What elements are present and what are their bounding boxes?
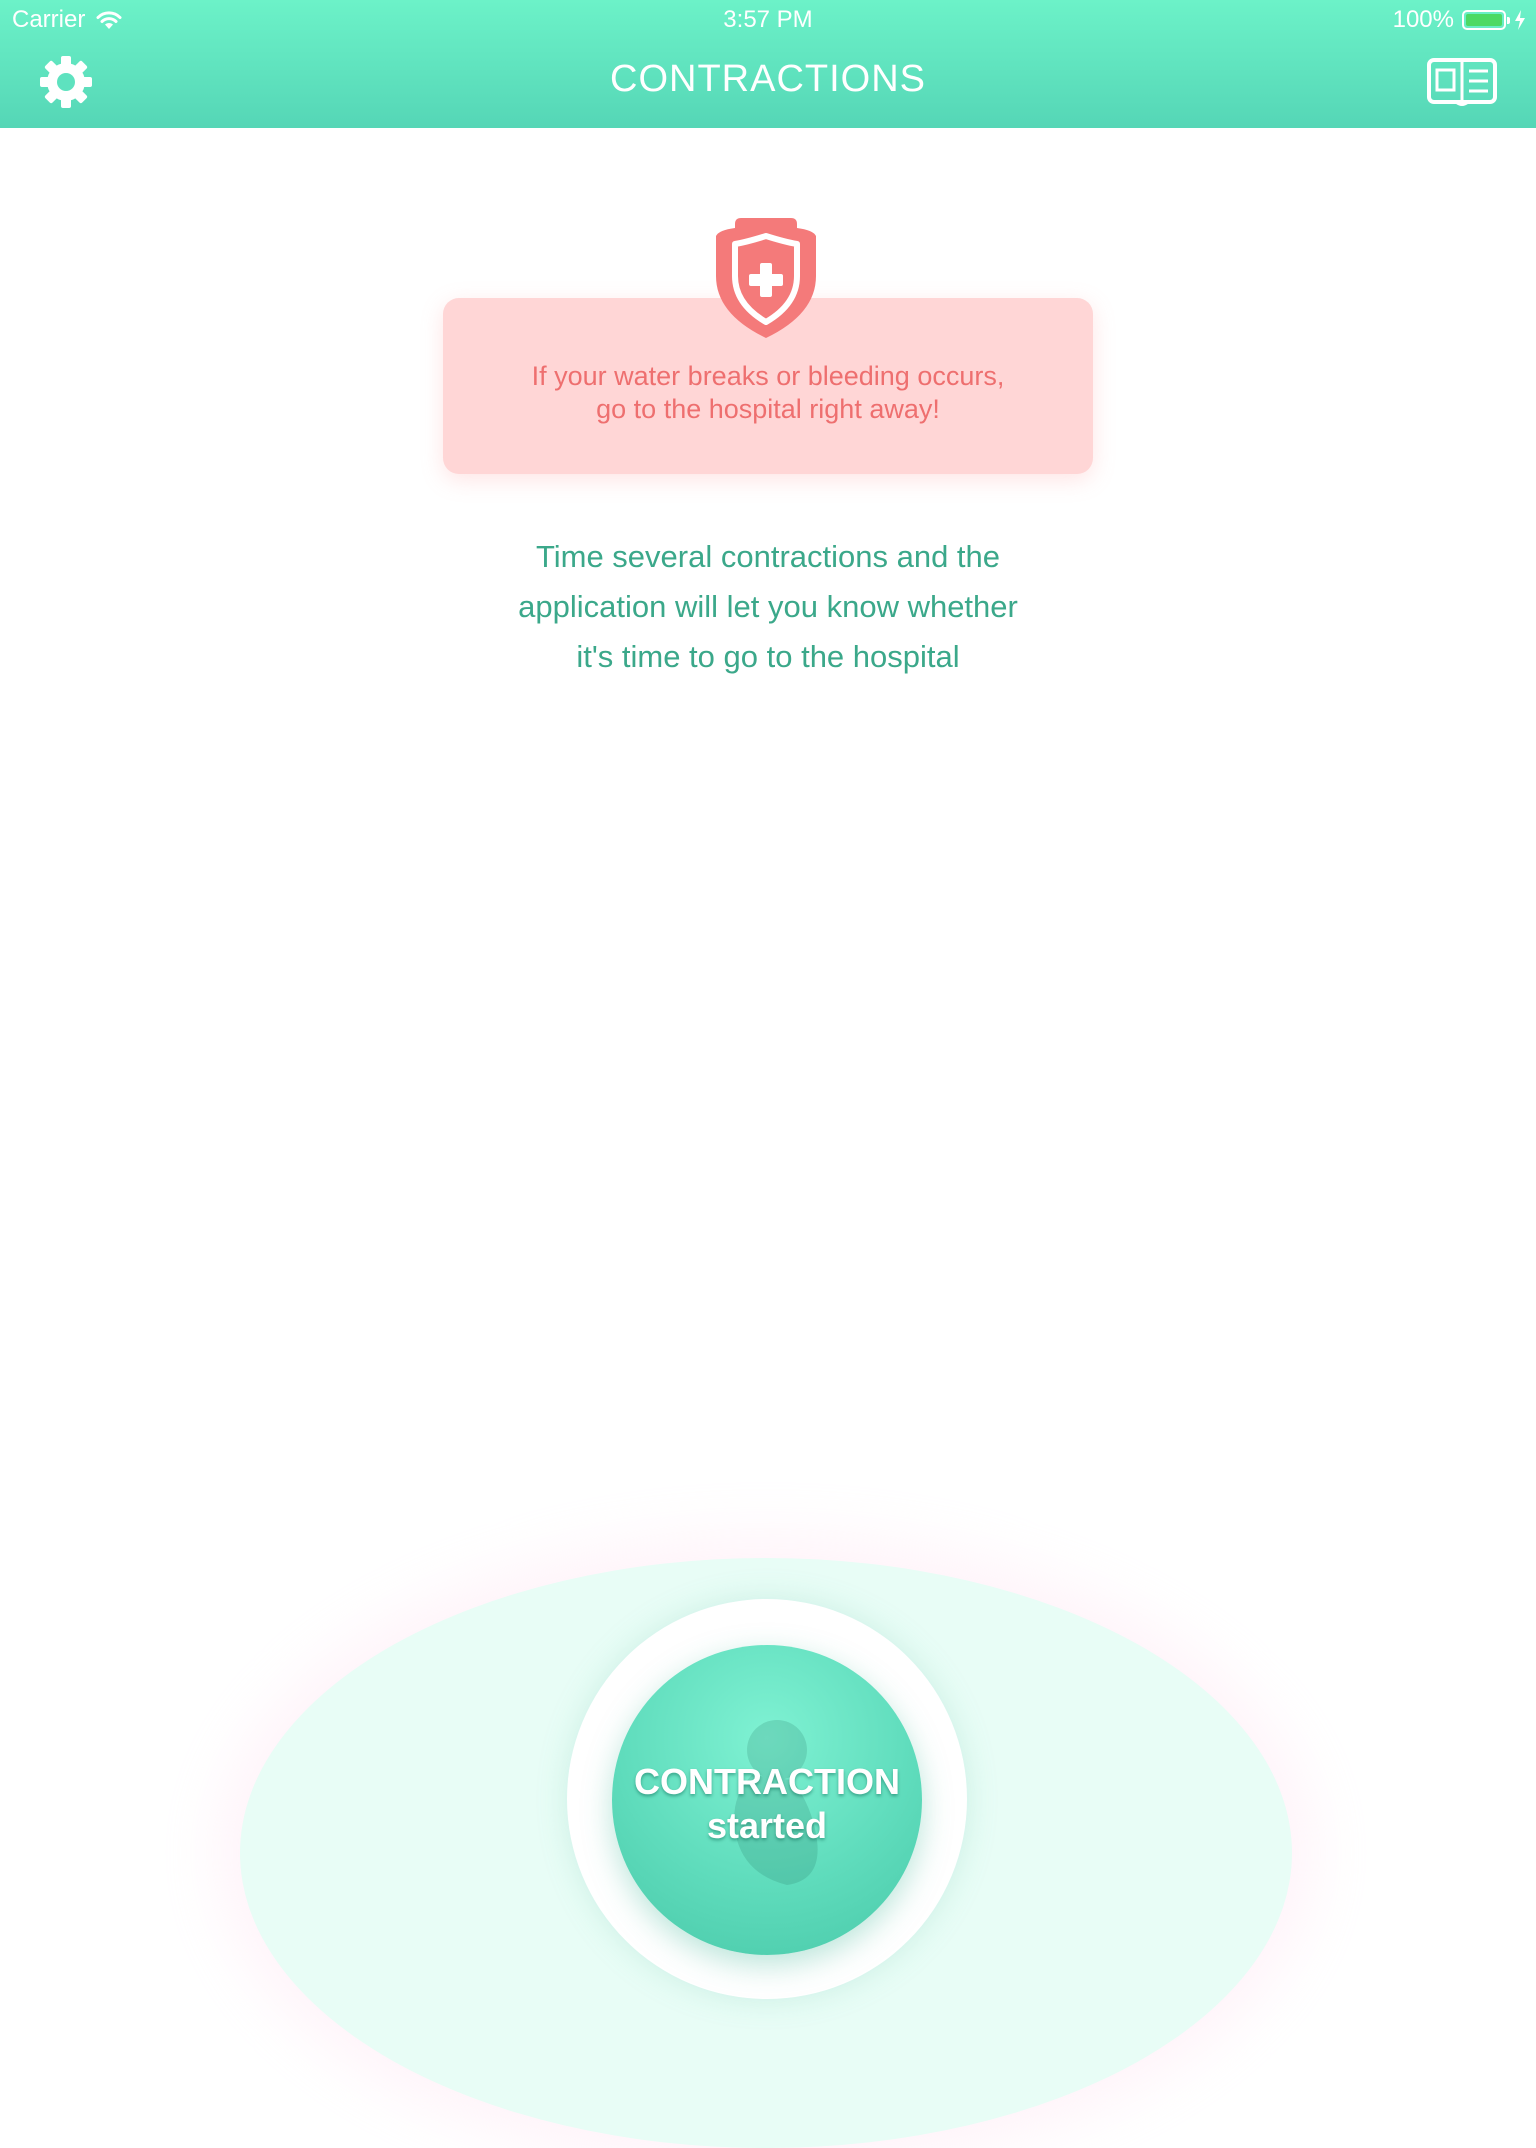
contraction-started-button[interactable]: CONTRACTION started [612,1645,922,1955]
warning-line-1: If your water breaks or bleeding occurs, [531,361,1005,391]
start-button-label-2: started [706,1805,828,1846]
charging-bolt-icon [1515,10,1525,30]
status-bar: Carrier 3:57 PM 100% [0,0,1536,40]
book-icon [1427,58,1497,106]
top-bar: Carrier 3:57 PM 100% CONTRACTIONS [0,0,1536,128]
guide-button[interactable] [1424,52,1500,112]
status-time: 3:57 PM [723,6,813,33]
battery-indicator: 100% [1393,6,1526,34]
shield-cross-icon [716,218,816,338]
instructions-text: Time several contractions and the applic… [418,532,1118,682]
battery-icon [1462,10,1510,30]
instructions-line-2: application will let you know whether [518,589,1018,624]
battery-percentage: 100% [1392,6,1454,33]
page-title: CONTRACTIONS [610,58,926,100]
start-button-label-1: CONTRACTION [634,1761,900,1802]
warning-line-2: go to the hospital right away! [596,394,940,424]
warning-message: If your water breaks or bleeding occurs,… [443,360,1093,426]
instructions-line-1: Time several contractions and the [535,539,1001,574]
instructions-line-3: it's time to go to the hospital [576,639,960,674]
